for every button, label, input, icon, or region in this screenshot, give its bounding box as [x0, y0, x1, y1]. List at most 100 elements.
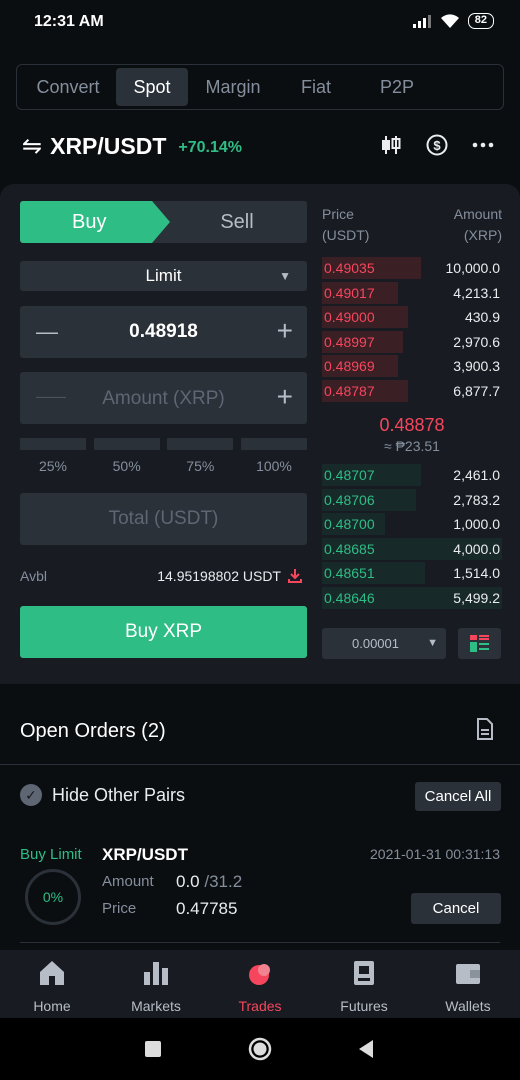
open-orders-title[interactable]: Open Orders (2) [20, 720, 166, 743]
avbl-label: Avbl [20, 568, 47, 584]
tab-p2p[interactable]: P2P [354, 68, 440, 106]
tab-fiat[interactable]: Fiat [278, 68, 354, 106]
order-amount-label: Amount [102, 873, 154, 890]
trades-icon [249, 964, 270, 985]
dollar-circle-icon[interactable]: $ [426, 134, 448, 156]
tab-margin[interactable]: Margin [188, 68, 278, 106]
hide-other-pairs-toggle[interactable]: ✓ Hide Other Pairs [20, 784, 185, 806]
bid-row[interactable]: 0.48651 1,514.0 [322, 561, 502, 585]
order-side: Buy Limit [20, 846, 82, 863]
order-amount: 5,499.2 [453, 589, 500, 606]
order-amount: 3,900.3 [453, 358, 500, 374]
more-icon[interactable] [472, 142, 494, 148]
back-button-icon[interactable] [358, 1040, 374, 1058]
signal-icon [412, 15, 431, 28]
precision-select[interactable]: 0.00001 ▼ [322, 628, 446, 659]
tab-spot[interactable]: Spot [116, 68, 188, 106]
buy-xrp-button[interactable]: Buy XRP [20, 606, 307, 658]
order-price: 0.48700 [324, 516, 375, 532]
bid-row[interactable]: 0.48646 5,499.2 [322, 586, 502, 610]
amount-column-header: Amount (XRP) [453, 206, 502, 243]
order-price-label: Price [102, 900, 137, 917]
ask-row[interactable]: 0.49017 4,213.1 [322, 281, 502, 305]
wallet-icon [456, 964, 480, 984]
order-type-value: Limit [145, 266, 182, 285]
percent-100[interactable]: 100% [241, 458, 307, 474]
fill-progress-ring: 0% [25, 869, 81, 925]
battery-indicator: 82 [467, 13, 494, 29]
recents-button-icon[interactable] [145, 1041, 161, 1057]
home-button-icon[interactable] [248, 1037, 272, 1061]
order-amount-value: 0.0 /31.2 [176, 872, 243, 891]
cancel-all-button[interactable]: Cancel All [415, 782, 501, 811]
bid-row[interactable]: 0.48706 2,783.2 [322, 488, 502, 512]
ask-row[interactable]: 0.48997 2,970.6 [322, 330, 502, 354]
ask-row[interactable]: 0.48969 3,900.3 [322, 354, 502, 378]
last-price: 0.48878 [379, 415, 445, 435]
available-balance: Avbl 14.95198802 USDT [20, 568, 307, 584]
percent-segment[interactable] [93, 438, 160, 450]
nav-futures[interactable]: Futures [312, 950, 416, 1018]
markets-icon [144, 962, 168, 985]
nav-wallets[interactable]: Wallets [416, 950, 520, 1018]
amount-input[interactable]: ——— Amount (XRP) + [20, 372, 307, 424]
price-value: 0.48918 [129, 321, 198, 342]
nav-markets[interactable]: Markets [104, 950, 208, 1018]
hide-other-pairs-label: Hide Other Pairs [52, 784, 186, 805]
ask-row[interactable]: 0.49035 10,000.0 [322, 256, 502, 280]
total-input[interactable]: Total (USDT) [20, 493, 307, 545]
swap-arrows-icon[interactable]: ⇋ [22, 132, 42, 161]
order-price: 0.48707 [324, 467, 375, 483]
price-input[interactable]: — 0.48918 + [20, 306, 307, 358]
sell-tab[interactable]: Sell [167, 201, 307, 243]
bid-row[interactable]: 0.48707 2,461.0 [322, 463, 502, 487]
checkmark-icon[interactable]: ✓ [20, 784, 42, 806]
order-amount: 1,514.0 [453, 565, 500, 581]
candlestick-chart-icon[interactable] [380, 135, 402, 155]
orderbook-layout-button[interactable] [458, 628, 501, 659]
percent-50[interactable]: 50% [94, 458, 160, 474]
tab-convert[interactable]: Convert [20, 68, 116, 106]
caret-down-icon: ▼ [279, 269, 291, 283]
pair-header: ⇋ XRP/USDT +70.14% $ [22, 126, 502, 166]
order-amount: 10,000.0 [445, 260, 501, 276]
svg-text:$: $ [433, 138, 441, 153]
order-amount: 430.9 [464, 309, 500, 325]
order-type-select[interactable]: Limit ▼ [20, 261, 307, 291]
status-time: 12:31 AM [34, 13, 104, 30]
order-price: 0.48706 [324, 491, 375, 508]
order-price: 0.48997 [324, 333, 375, 350]
order-price-value: 0.47785 [176, 899, 238, 918]
deposit-icon[interactable] [287, 568, 303, 584]
order-date: 2021-01-31 00:31:13 [370, 846, 500, 862]
percent-75[interactable]: 75% [167, 458, 233, 474]
ask-row[interactable]: 0.48787 6,877.7 [322, 379, 502, 403]
percent-segment[interactable] [167, 438, 234, 450]
total-placeholder: Total (USDT) [108, 508, 219, 529]
document-icon[interactable] [476, 718, 494, 740]
order-amount: 2,970.6 [453, 333, 500, 350]
pair-name[interactable]: XRP/USDT [50, 133, 166, 160]
percent-25[interactable]: 25% [20, 458, 86, 474]
order-amount: 2,783.2 [453, 491, 500, 508]
nav-trades[interactable]: Trades [208, 950, 312, 1018]
cancel-order-button[interactable]: Cancel [411, 893, 501, 924]
plus-icon[interactable]: + [277, 381, 293, 413]
bid-row[interactable]: 0.48700 1,000.0 [322, 512, 502, 536]
buy-tab[interactable]: Buy [20, 201, 170, 243]
nav-home[interactable]: Home [0, 950, 104, 1018]
percent-segment[interactable] [240, 438, 307, 450]
bid-row[interactable]: 0.48685 4,000.0 [322, 537, 502, 561]
amount-placeholder: Amount (XRP) [102, 388, 225, 409]
order-price: 0.48646 [324, 589, 375, 606]
bottom-navigation: Home Markets Trades Futures Wallets [0, 950, 520, 1018]
order-pair: XRP/USDT [102, 845, 188, 864]
percent-labels: 25% 50% 75% 100% [20, 458, 307, 474]
percent-segment[interactable] [20, 438, 86, 450]
order-amount: 6,877.7 [453, 382, 500, 399]
pair-change: +70.14% [178, 139, 243, 156]
plus-icon[interactable]: + [277, 315, 293, 347]
percent-slider[interactable] [20, 438, 307, 450]
ask-row[interactable]: 0.49000 430.9 [322, 305, 502, 329]
precision-value: 0.00001 [352, 636, 399, 651]
